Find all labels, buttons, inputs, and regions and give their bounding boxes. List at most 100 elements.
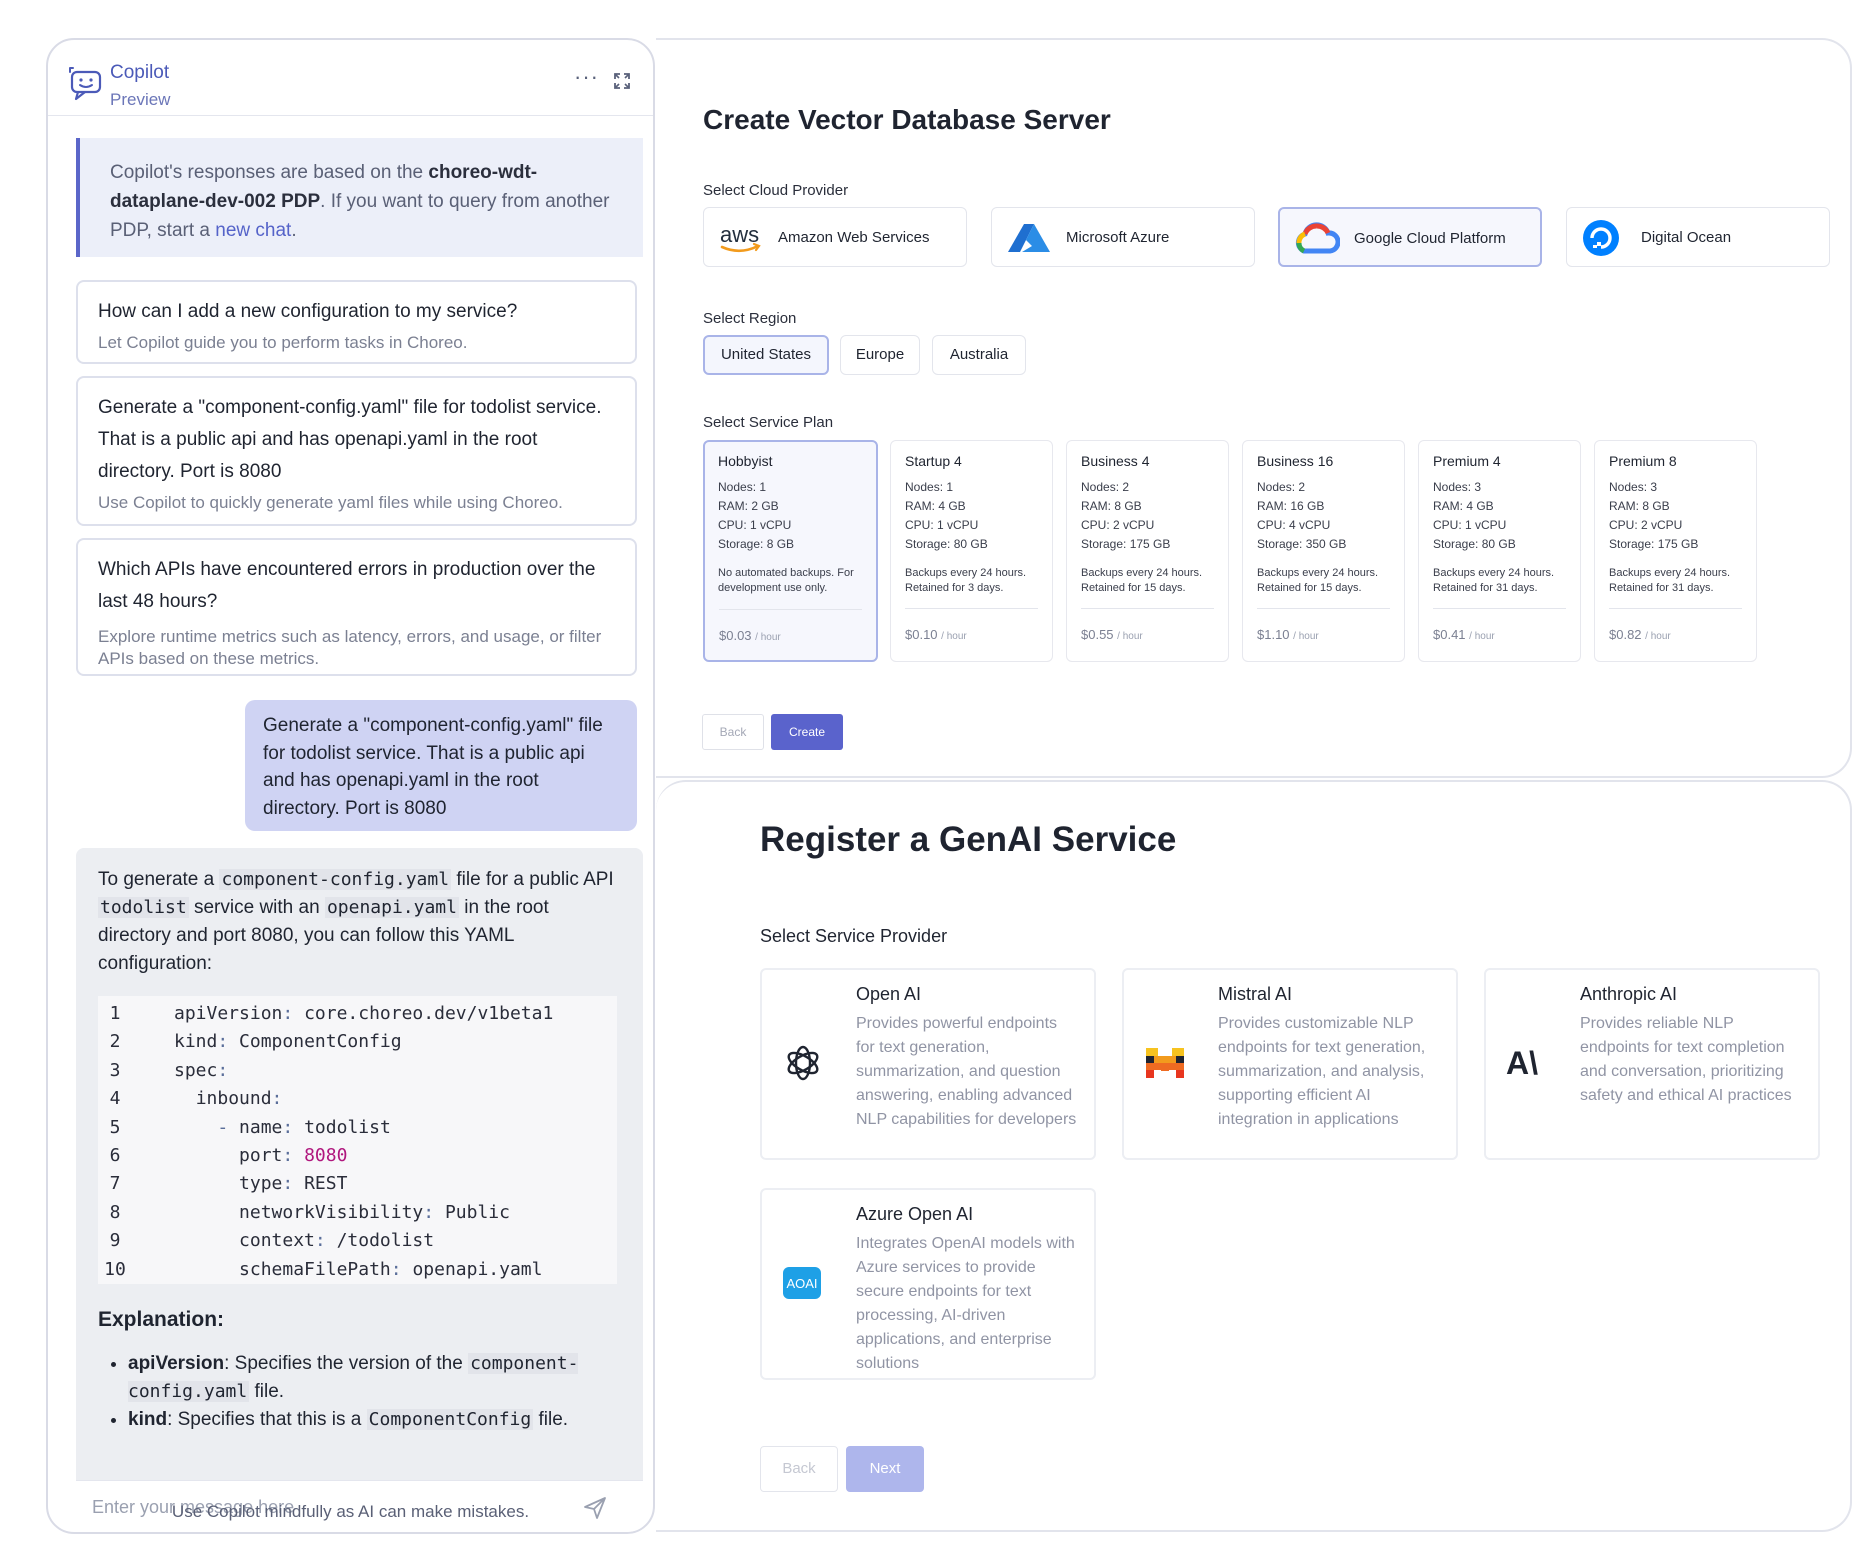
azure-openai-icon: AOAI	[783, 1267, 821, 1299]
service-card-openai[interactable]: Open AI Provides powerful endpoints for …	[760, 968, 1096, 1160]
plan-ram: RAM: 4 GB	[1433, 499, 1494, 513]
divider	[1433, 608, 1566, 609]
region-australia[interactable]: Australia	[932, 335, 1026, 375]
suggestion-card-3[interactable]: Which APIs have encountered errors in pr…	[76, 538, 637, 676]
suggestion-description: Use Copilot to quickly generate yaml fil…	[98, 493, 563, 512]
plan-name: Hobbyist	[718, 453, 773, 469]
plan-backup: No automated backups. For development us…	[718, 567, 854, 594]
service-description: Provides customizable NLP endpoints for …	[1218, 1015, 1426, 1128]
user-message: Generate a "component-config.yaml" file …	[245, 700, 637, 831]
region-europe[interactable]: Europe	[840, 335, 920, 375]
price-unit: / hour	[1469, 631, 1495, 642]
code-value: todolist	[304, 1116, 391, 1138]
create-button[interactable]: Create	[771, 714, 843, 750]
code-key: context	[239, 1230, 315, 1252]
plan-backup: Backups every 24 hours. Retained for 31 …	[1609, 567, 1731, 594]
copilot-title: Copilot	[110, 62, 170, 83]
plan-storage: Storage: 80 GB	[905, 537, 988, 551]
service-provider-label: Select Service Provider	[760, 926, 948, 946]
divider	[1609, 608, 1742, 609]
plan-card-business-4[interactable]: Business 4 Nodes: 2 RAM: 8 GB CPU: 2 vCP…	[1066, 440, 1229, 662]
code-text: port: 8080	[174, 1142, 347, 1170]
plan-name: Startup 4	[905, 453, 962, 469]
service-description: Integrates OpenAI models with Azure serv…	[856, 1235, 1075, 1372]
plan-ram: RAM: 2 GB	[718, 499, 779, 513]
code-value: Public	[444, 1201, 510, 1223]
line-number: 8	[109, 1201, 121, 1223]
plan-card-premium-4[interactable]: Premium 4 Nodes: 3 RAM: 4 GB CPU: 1 vCPU…	[1418, 440, 1581, 662]
service-card-mistral[interactable]: Mistral AI Provides customizable NLP end…	[1122, 968, 1458, 1160]
vector-db-card: Create Vector Database Server Select Clo…	[656, 38, 1852, 778]
expand-icon[interactable]	[613, 72, 631, 90]
plan-card-business-16[interactable]: Business 16 Nodes: 2 RAM: 16 GB CPU: 4 v…	[1242, 440, 1405, 662]
inline-code: todolist	[98, 897, 189, 918]
code-value: openapi.yaml	[412, 1258, 543, 1280]
explanation-text: : Specifies that this is a	[167, 1409, 367, 1430]
plan-backup: Backups every 24 hours. Retained for 31 …	[1433, 567, 1555, 594]
anthropic-logo-text: A\	[1506, 1045, 1538, 1081]
new-chat-link[interactable]: new chat	[215, 220, 291, 241]
service-card-azure-openai[interactable]: AOAI Azure Open AI Integrates OpenAI mod…	[760, 1188, 1096, 1380]
provider-label: Microsoft Azure	[1066, 229, 1170, 246]
plan-name: Business 16	[1257, 453, 1334, 469]
plan-price: $1.10 / hour	[1257, 627, 1319, 642]
price-unit: / hour	[941, 631, 967, 642]
back-button[interactable]: Back	[702, 714, 764, 750]
price-unit: / hour	[1117, 631, 1143, 642]
response-intro: To generate a component-config.yaml file…	[98, 866, 621, 978]
digital-ocean-icon	[1583, 220, 1619, 256]
explanation-term: apiVersion	[128, 1353, 225, 1374]
plan-card-premium-8[interactable]: Premium 8 Nodes: 3 RAM: 8 GB CPU: 2 vCPU…	[1594, 440, 1757, 662]
suggestion-card-2[interactable]: Generate a "component-config.yaml" file …	[76, 376, 637, 526]
line-number: 3	[109, 1059, 121, 1081]
suggestion-question: How can I add a new configuration to my …	[98, 301, 518, 322]
suggestion-card-1[interactable]: How can I add a new configuration to my …	[76, 280, 637, 364]
price-value: $1.10	[1257, 627, 1290, 642]
plan-card-startup-4[interactable]: Startup 4 Nodes: 1 RAM: 4 GB CPU: 1 vCPU…	[890, 440, 1053, 662]
plan-nodes: Nodes: 2	[1257, 480, 1306, 494]
price-value: $0.10	[905, 627, 938, 642]
provider-azure[interactable]: Microsoft Azure	[991, 207, 1255, 267]
code-text: spec:	[174, 1059, 240, 1081]
price-value: $0.03	[719, 628, 752, 643]
code-text: networkVisibility: Public	[174, 1199, 510, 1227]
explanation-text: : Specifies the version of the	[224, 1353, 469, 1374]
plan-cpu: CPU: 1 vCPU	[718, 518, 792, 532]
inline-code: openapi.yaml	[324, 897, 459, 918]
price-unit: / hour	[1293, 631, 1319, 642]
plan-price: $0.03 / hour	[719, 628, 781, 643]
plan-price: $0.82 / hour	[1609, 627, 1671, 642]
code-key: apiVersion	[174, 1003, 283, 1024]
region-united-states[interactable]: United States	[703, 335, 829, 375]
service-card-anthropic[interactable]: A\ Anthropic AI Provides reliable NLP en…	[1484, 968, 1820, 1160]
plan-name: Business 4	[1081, 453, 1150, 469]
service-description: Provides powerful endpoints for text gen…	[856, 1015, 1077, 1128]
plan-storage: Storage: 350 GB	[1257, 537, 1347, 551]
suggestion-question: Generate a "component-config.yaml" file …	[98, 397, 602, 482]
copilot-logo-icon	[69, 67, 102, 101]
next-button[interactable]: Next	[846, 1446, 924, 1492]
more-options-icon[interactable]: ···	[574, 64, 599, 90]
explanation-text: file.	[533, 1409, 569, 1430]
code-line: 10 schemaFilePath: openapi.yaml	[98, 1256, 617, 1284]
plan-specs: Nodes: 1 RAM: 4 GB CPU: 1 vCPU Storage: …	[905, 478, 1038, 554]
provider-gcp[interactable]: Google Cloud Platform	[1278, 207, 1542, 267]
price-value: $0.41	[1433, 627, 1466, 642]
provider-label: Digital Ocean	[1641, 229, 1732, 246]
copilot-panel: Copilot Preview ··· Copilot's responses …	[46, 38, 655, 1534]
provider-aws[interactable]: aws Amazon Web Services	[703, 207, 967, 267]
explanation-heading: Explanation:	[98, 1308, 225, 1331]
provider-digital-ocean[interactable]: Digital Ocean	[1566, 207, 1830, 267]
code-key: type	[239, 1173, 283, 1195]
plan-card-hobbyist[interactable]: Hobbyist Nodes: 1 RAM: 2 GB CPU: 1 vCPU …	[703, 440, 878, 662]
code-line: 8 networkVisibility: Public	[98, 1199, 617, 1227]
plan-storage: Storage: 175 GB	[1081, 537, 1171, 551]
price-value: $0.82	[1609, 627, 1642, 642]
code-text: type: REST	[174, 1170, 347, 1198]
plan-backup: Backups every 24 hours. Retained for 3 d…	[905, 567, 1027, 594]
back-button[interactable]: Back	[760, 1446, 838, 1492]
code-line: 5 - name: todolist	[98, 1114, 617, 1142]
service-name: Mistral AI	[1218, 984, 1293, 1004]
